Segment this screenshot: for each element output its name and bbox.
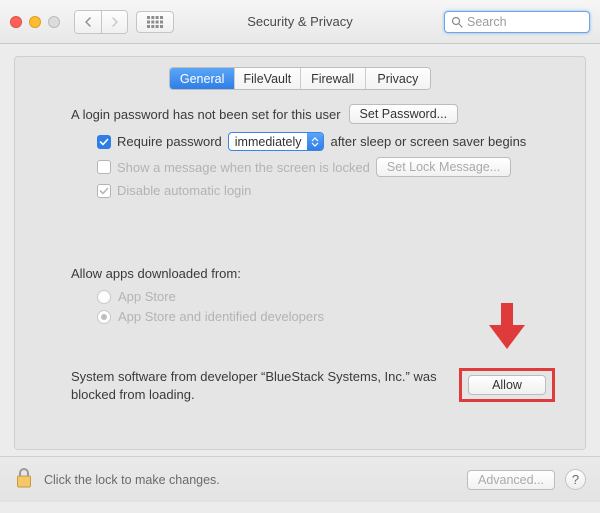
lock-icon[interactable] [14, 467, 34, 492]
blocked-software-msg: System software from developer “BlueStac… [71, 368, 441, 403]
require-password-delay-value: immediately [229, 135, 308, 149]
forward-button[interactable] [101, 11, 127, 33]
radio-app-store[interactable] [97, 290, 111, 304]
show-all-button[interactable] [136, 11, 174, 33]
check-icon [99, 137, 109, 147]
tab-filevault[interactable]: FileVault [234, 68, 299, 89]
search-icon [451, 16, 463, 28]
annotation-highlight: Allow [459, 368, 555, 402]
disable-auto-login-checkbox[interactable] [97, 184, 111, 198]
show-message-checkbox[interactable] [97, 160, 111, 174]
allow-button[interactable]: Allow [468, 375, 546, 395]
maximize-window-button[interactable] [48, 16, 60, 28]
show-message-row: Show a message when the screen is locked… [97, 157, 555, 177]
require-password-row: Require password immediately after sleep… [97, 132, 555, 151]
tab-general[interactable]: General [170, 68, 234, 89]
radio-app-store-row: App Store [97, 289, 555, 304]
close-window-button[interactable] [10, 16, 22, 28]
allow-apps-header: Allow apps downloaded from: [71, 266, 555, 281]
tabs: General FileVault Firewall Privacy [169, 67, 431, 90]
require-password-checkbox[interactable] [97, 135, 111, 149]
panel: General FileVault Firewall Privacy A log… [0, 44, 600, 456]
grid-icon [147, 16, 163, 28]
nav-back-forward [74, 10, 128, 34]
tab-privacy[interactable]: Privacy [365, 68, 430, 89]
search-input[interactable] [467, 15, 583, 29]
radio-app-store-label: App Store [118, 289, 176, 304]
show-message-label: Show a message when the screen is locked [117, 160, 370, 175]
disable-auto-login-label: Disable automatic login [117, 183, 251, 198]
check-icon [99, 186, 109, 196]
search-field-wrap[interactable] [444, 11, 590, 33]
toolbar: Security & Privacy [0, 0, 600, 44]
login-password-row: A login password has not been set for th… [71, 104, 555, 124]
tab-firewall[interactable]: Firewall [300, 68, 365, 89]
radio-identified-label: App Store and identified developers [118, 309, 324, 324]
set-lock-message-button[interactable]: Set Lock Message... [376, 157, 511, 177]
set-password-button[interactable]: Set Password... [349, 104, 459, 124]
radio-app-store-identified[interactable] [97, 310, 111, 324]
advanced-button[interactable]: Advanced... [467, 470, 555, 490]
lock-message: Click the lock to make changes. [44, 473, 220, 487]
radio-identified-row: App Store and identified developers [97, 309, 555, 324]
general-content: A login password has not been set for th… [15, 104, 585, 403]
minimize-window-button[interactable] [29, 16, 41, 28]
help-button[interactable]: ? [565, 469, 586, 490]
login-password-msg: A login password has not been set for th… [71, 107, 341, 122]
window-controls [10, 16, 60, 28]
require-password-delay-select[interactable]: immediately [228, 132, 325, 151]
require-password-label-post: after sleep or screen saver begins [330, 134, 526, 149]
back-button[interactable] [75, 11, 101, 33]
blocked-software-row: System software from developer “BlueStac… [71, 368, 555, 403]
stepper-arrows-icon [307, 133, 323, 150]
main-card: General FileVault Firewall Privacy A log… [14, 56, 586, 450]
require-password-label-pre: Require password [117, 134, 222, 149]
footer: Click the lock to make changes. Advanced… [0, 456, 600, 502]
disable-auto-login-row: Disable automatic login [97, 183, 555, 198]
